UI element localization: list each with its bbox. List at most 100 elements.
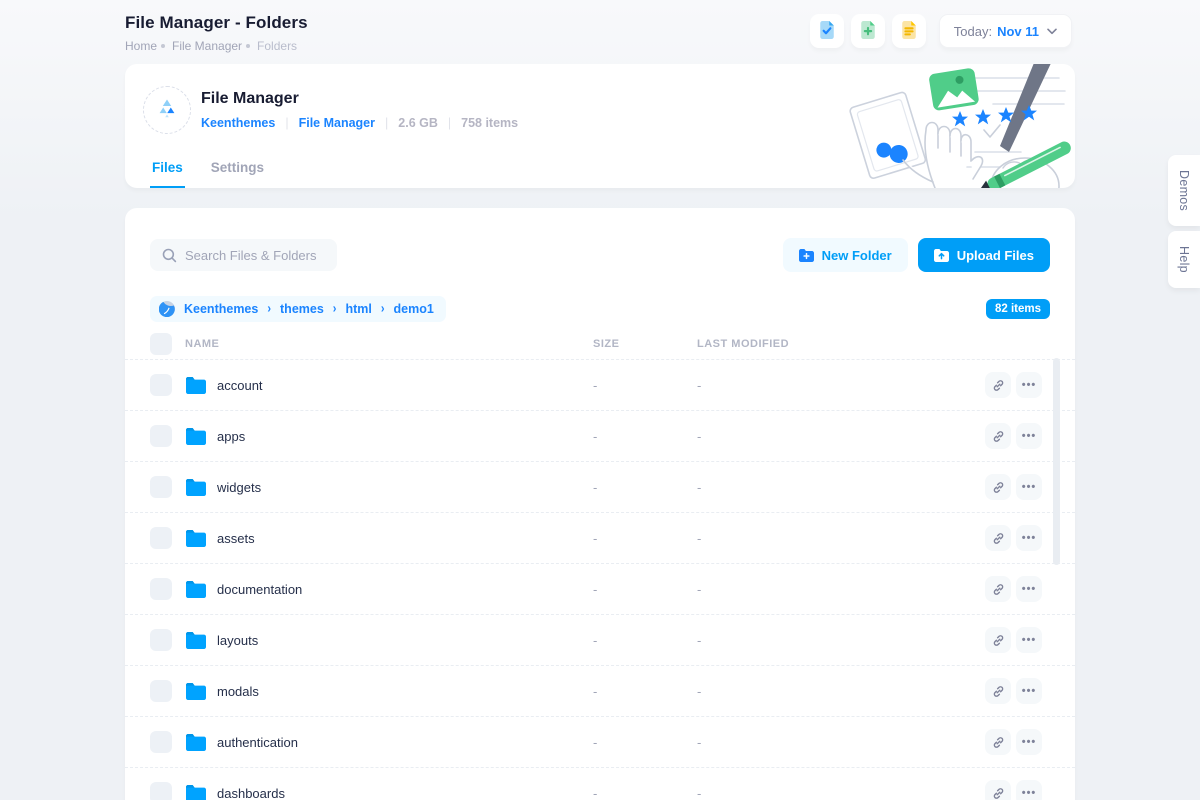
date-picker-button[interactable]: Today: Nov 11	[939, 14, 1072, 48]
copy-link-button[interactable]	[985, 525, 1011, 551]
side-tab-demos[interactable]: Demos	[1168, 155, 1200, 226]
column-header-name: Name	[172, 338, 593, 350]
file-modified: -	[697, 480, 976, 495]
file-modified: -	[697, 735, 976, 750]
file-modified: -	[697, 786, 976, 800]
file-size: -	[593, 429, 697, 444]
path-segment[interactable]: Keenthemes	[184, 302, 258, 316]
copy-link-button[interactable]	[985, 729, 1011, 755]
folder-icon	[186, 530, 206, 547]
page-header: File Manager - Folders Home File Manager F…	[125, 13, 308, 53]
upload-files-button[interactable]: Upload Files	[918, 238, 1050, 272]
more-actions-button[interactable]: •••	[1016, 780, 1042, 800]
path-segment[interactable]: html	[345, 302, 371, 316]
folder-name-link[interactable]: assets	[217, 531, 255, 546]
more-actions-button[interactable]: •••	[1016, 372, 1042, 398]
folder-name-link[interactable]: modals	[217, 684, 259, 699]
row-checkbox[interactable]	[150, 782, 172, 800]
breadcrumb-item: Folders	[257, 39, 297, 53]
row-checkbox[interactable]	[150, 578, 172, 600]
file-size: -	[593, 531, 697, 546]
app-meta-link[interactable]: File Manager	[299, 116, 375, 130]
file-plus-button[interactable]	[851, 14, 885, 48]
table-scrollbar[interactable]	[1053, 358, 1060, 565]
folder-name-link[interactable]: documentation	[217, 582, 302, 597]
page-title: File Manager - Folders	[125, 13, 308, 33]
breadcrumb-item[interactable]: Home	[125, 39, 157, 53]
table-row: authentication - - •••	[125, 717, 1075, 768]
app-title: File Manager	[201, 90, 518, 108]
table-row: apps - - •••	[125, 411, 1075, 462]
row-checkbox[interactable]	[150, 374, 172, 396]
path-segment[interactable]: demo1	[394, 302, 434, 316]
more-actions-button[interactable]: •••	[1016, 678, 1042, 704]
link-icon	[992, 379, 1005, 392]
folder-name-link[interactable]: widgets	[217, 480, 261, 495]
files-card: New Folder Upload Files Keenthemes › theme…	[125, 208, 1075, 800]
file-modified: -	[697, 378, 976, 393]
path-segment[interactable]: themes	[280, 302, 324, 316]
app-meta-link[interactable]: Keenthemes	[201, 116, 275, 130]
copy-link-button[interactable]	[985, 678, 1011, 704]
path-separator-icon: ›	[267, 302, 271, 316]
row-checkbox[interactable]	[150, 731, 172, 753]
file-modified: -	[697, 633, 976, 648]
breadcrumb-item[interactable]: File Manager	[172, 39, 242, 53]
row-checkbox[interactable]	[150, 629, 172, 651]
meta-separator: |	[448, 116, 451, 130]
app-meta-stat: 758 items	[461, 116, 518, 130]
row-checkbox[interactable]	[150, 476, 172, 498]
overview-tabs: Files Settings	[150, 152, 266, 188]
file-modified: -	[697, 531, 976, 546]
new-folder-button[interactable]: New Folder	[783, 238, 908, 272]
row-checkbox[interactable]	[150, 680, 172, 702]
side-tab-help[interactable]: Help	[1168, 231, 1200, 288]
row-checkbox[interactable]	[150, 527, 172, 549]
more-actions-button[interactable]: •••	[1016, 576, 1042, 602]
copy-link-button[interactable]	[985, 372, 1011, 398]
copy-link-button[interactable]	[985, 474, 1011, 500]
copy-link-button[interactable]	[985, 780, 1011, 800]
table-row: dashboards - - •••	[125, 768, 1075, 800]
app-avatar	[143, 86, 191, 134]
search-input[interactable]	[185, 248, 327, 263]
more-actions-button[interactable]: •••	[1016, 729, 1042, 755]
file-lines-icon	[900, 21, 918, 42]
row-checkbox[interactable]	[150, 425, 172, 447]
more-actions-button[interactable]: •••	[1016, 627, 1042, 653]
more-actions-button[interactable]: •••	[1016, 423, 1042, 449]
side-tabs: Demos Help	[1168, 155, 1200, 288]
table-row: layouts - - •••	[125, 615, 1075, 666]
link-icon	[992, 532, 1005, 545]
items-count-badge: 82 items	[986, 299, 1050, 319]
folder-name-link[interactable]: dashboards	[217, 786, 285, 800]
folder-name-link[interactable]: account	[217, 378, 263, 393]
file-size: -	[593, 378, 697, 393]
file-rows: account - - •••	[125, 359, 1075, 800]
file-size: -	[593, 786, 697, 800]
app-meta-row: Keenthemes|File Manager|2.6 GB|758 items	[201, 116, 518, 130]
copy-link-button[interactable]	[985, 627, 1011, 653]
meta-separator: |	[385, 116, 388, 130]
table-row: widgets - - •••	[125, 462, 1075, 513]
table-row: modals - - •••	[125, 666, 1075, 717]
file-size: -	[593, 582, 697, 597]
copy-link-button[interactable]	[985, 576, 1011, 602]
file-size: -	[593, 633, 697, 648]
select-all-checkbox[interactable]	[150, 333, 172, 355]
folder-name-link[interactable]: layouts	[217, 633, 258, 648]
folder-name-link[interactable]: authentication	[217, 735, 298, 750]
folder-icon	[186, 683, 206, 700]
folder-name-link[interactable]: apps	[217, 429, 245, 444]
file-lines-button[interactable]	[892, 14, 926, 48]
copy-link-button[interactable]	[985, 423, 1011, 449]
file-check-button[interactable]	[810, 14, 844, 48]
tab-files[interactable]: Files	[150, 152, 185, 188]
more-actions-button[interactable]: •••	[1016, 525, 1042, 551]
file-modified: -	[697, 582, 976, 597]
more-actions-button[interactable]: •••	[1016, 474, 1042, 500]
file-modified: -	[697, 684, 976, 699]
file-check-icon	[818, 21, 836, 42]
tab-settings[interactable]: Settings	[209, 152, 266, 188]
breadcrumb-bullet	[246, 44, 250, 48]
